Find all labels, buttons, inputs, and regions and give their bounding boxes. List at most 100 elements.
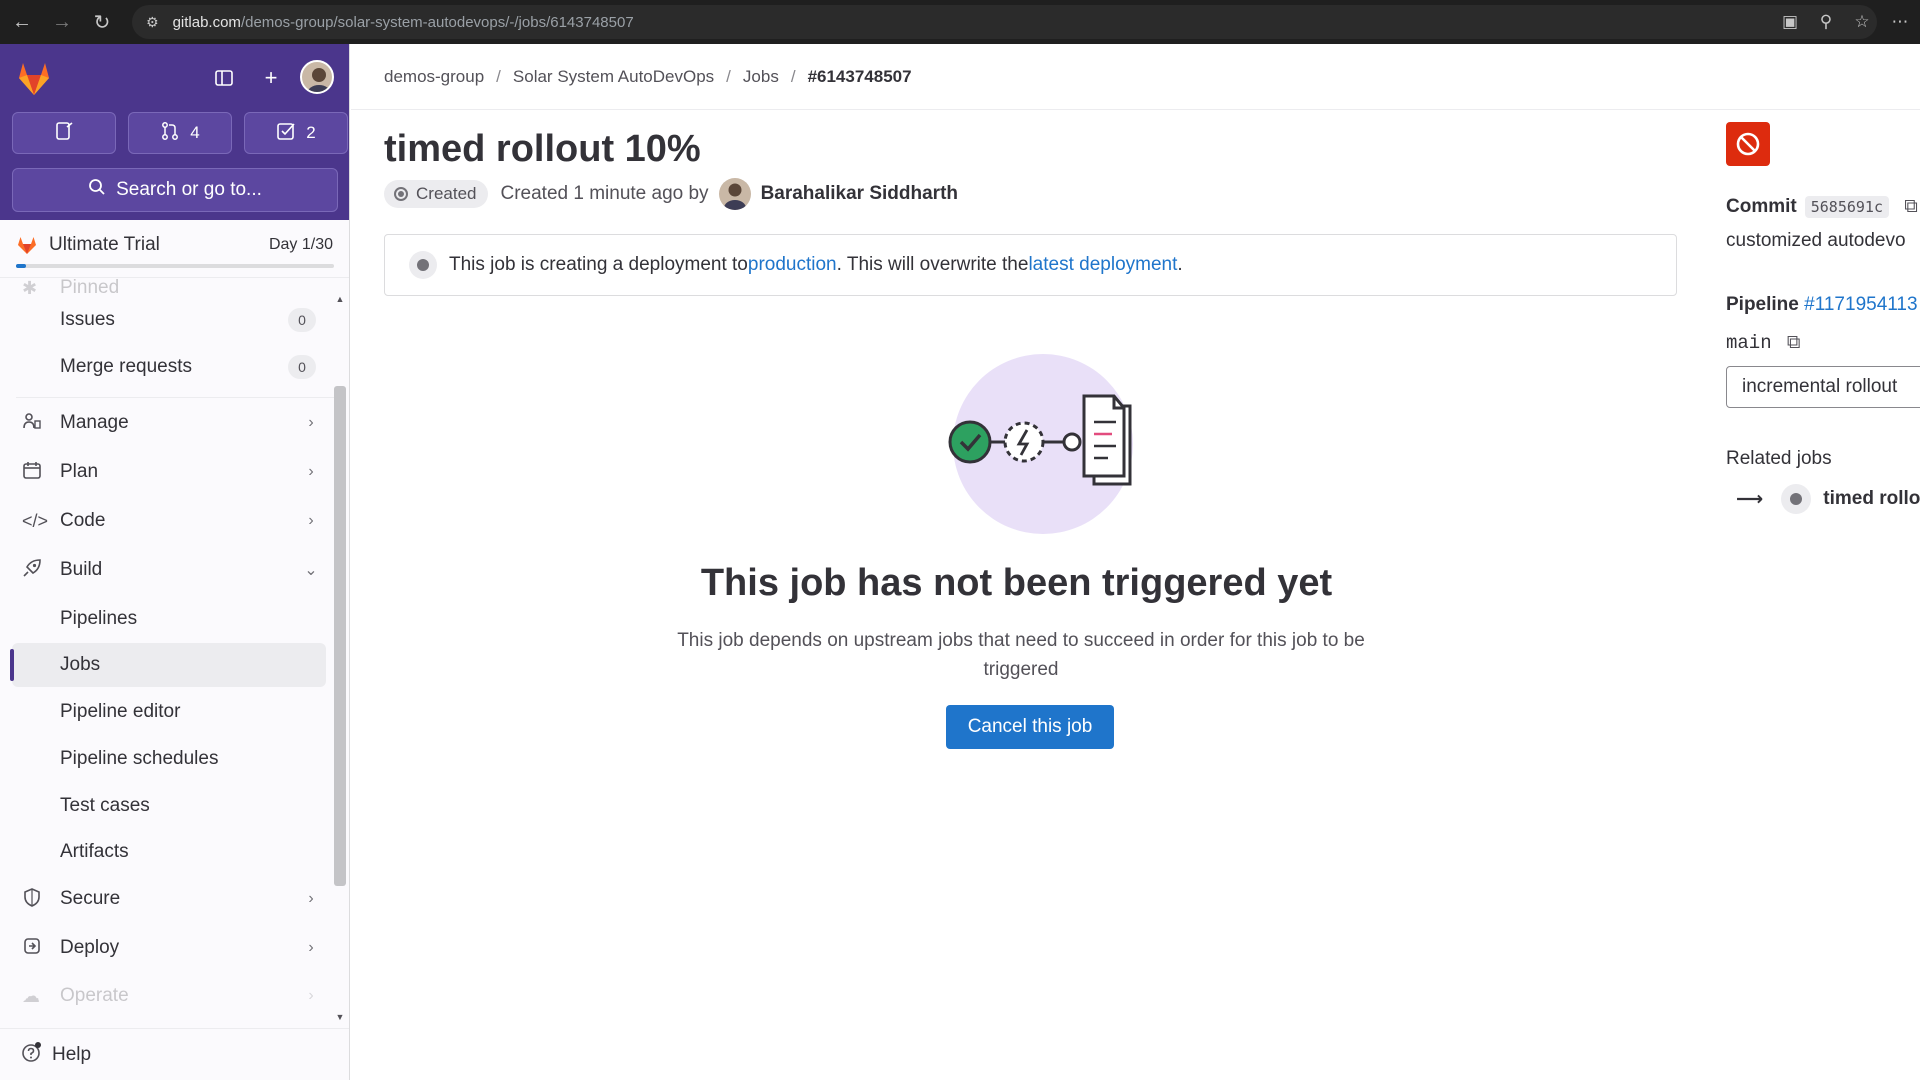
- job-sidebar: Commit 5685691c ⧉ customized autodevo Pip…: [1726, 44, 1920, 1080]
- trial-label: Ultimate Trial: [49, 234, 160, 255]
- author-name[interactable]: Barahalikar Siddharth: [761, 183, 958, 205]
- sidebar-item-label: Code: [60, 510, 106, 531]
- header-divider: [351, 109, 1920, 110]
- sidebar-item-artifacts[interactable]: Artifacts: [12, 830, 326, 874]
- extension-icon[interactable]: ⋯: [1880, 4, 1920, 40]
- trial-widget[interactable]: Ultimate Trial Day 1/30: [0, 220, 349, 278]
- sidebar-item-label: Deploy: [60, 937, 120, 958]
- search-label: Search or go to...: [116, 179, 262, 200]
- stage-dropdown[interactable]: incremental rollout: [1726, 366, 1920, 408]
- branch-row: main ⧉: [1726, 332, 1800, 354]
- sidebar-item-secure[interactable]: Secure ›: [12, 877, 326, 921]
- url-domain: gitlab.com: [172, 13, 241, 31]
- sidebar-header: + 4 2 Search or go to...: [0, 44, 349, 220]
- sidebar-item-pipelines[interactable]: Pipelines: [12, 597, 326, 641]
- sidebar-item-label: Jobs: [60, 654, 101, 675]
- sidebar-item-pipeline-schedules[interactable]: Pipeline schedules: [12, 737, 326, 781]
- breadcrumb-group[interactable]: demos-group: [384, 67, 484, 87]
- gitlab-logo-icon[interactable]: [14, 58, 54, 98]
- todos-count: 2: [306, 123, 316, 142]
- page-title: timed rollout 10%: [384, 128, 701, 170]
- sidebar-item-label: Secure: [60, 888, 121, 909]
- latest-deployment-link[interactable]: latest deployment: [1028, 254, 1177, 276]
- sidebar-nav: ✱ Pinned Issues 0 Merge requests 0 Manag…: [0, 278, 349, 1018]
- sidebar-item-code[interactable]: </> Code ›: [12, 499, 326, 543]
- left-sidebar: + 4 2 Search or go to... Ultimate Trial …: [0, 44, 350, 1080]
- status-badge[interactable]: Created: [384, 180, 489, 208]
- sidebar-item-deploy[interactable]: Deploy ›: [12, 926, 326, 970]
- cloud-icon: ☁: [22, 985, 40, 1006]
- assigned-issues-button[interactable]: [12, 112, 116, 154]
- site-settings-icon[interactable]: ⚙: [146, 14, 159, 31]
- chevron-right-icon: ›: [308, 939, 314, 956]
- sidebar-item-merge-requests[interactable]: Merge requests 0: [12, 345, 326, 389]
- search-icon: [88, 178, 106, 202]
- forward-arrow-icon[interactable]: →: [44, 4, 80, 40]
- pipeline-link[interactable]: #1171954113: [1804, 294, 1917, 315]
- help-button[interactable]: Help: [0, 1028, 349, 1080]
- pin-icon: ✱: [22, 278, 38, 298]
- todo-check-icon: [276, 121, 296, 146]
- copy-branch-icon[interactable]: ⧉: [1787, 332, 1801, 353]
- related-job-item[interactable]: ⟶ timed rollou: [1736, 484, 1920, 514]
- sidebar-item-label: Pipelines: [60, 608, 138, 629]
- zoom-icon[interactable]: ⚲: [1808, 4, 1844, 40]
- sidebar-item-test-cases[interactable]: Test cases: [12, 784, 326, 828]
- merge-requests-button[interactable]: 4: [128, 112, 232, 154]
- breadcrumb-separator: /: [790, 67, 796, 86]
- bookmark-star-icon[interactable]: ☆: [1844, 4, 1880, 40]
- sidebar-item-label: Test cases: [60, 795, 150, 816]
- author-avatar[interactable]: [718, 178, 751, 210]
- sidebar-item-issues[interactable]: Issues 0: [12, 298, 326, 342]
- main-content: demos-group / Solar System AutoDevOps / …: [351, 44, 1920, 1080]
- reload-icon[interactable]: ↻: [84, 4, 120, 40]
- merge-request-icon: [160, 121, 180, 146]
- sidebar-item-plan[interactable]: Plan ›: [12, 450, 326, 494]
- gitlab-trial-icon: [18, 237, 36, 254]
- status-created-icon: [394, 187, 408, 201]
- user-avatar[interactable]: [300, 60, 334, 94]
- browser-actions: ▣ ⚲ ☆ ⋯: [1772, 0, 1920, 44]
- url-path: /demos-group/solar-system-autodevops/-/j…: [240, 13, 634, 31]
- sidebar-item-jobs[interactable]: Jobs: [10, 643, 326, 687]
- sidebar-item-label: Pinned: [60, 278, 120, 298]
- collapse-sidebar-icon[interactable]: [208, 62, 240, 94]
- breadcrumb-job-id[interactable]: #6143748507: [808, 67, 912, 87]
- production-link[interactable]: production: [748, 254, 837, 276]
- copy-sha-icon[interactable]: ⧉: [1904, 196, 1918, 217]
- back-arrow-icon[interactable]: ←: [4, 4, 40, 40]
- erase-job-button[interactable]: [1726, 122, 1770, 166]
- commit-label: Commit: [1726, 196, 1797, 217]
- alert-text-middle: . This will overwrite the: [836, 254, 1029, 275]
- create-new-plus-icon[interactable]: +: [255, 62, 287, 94]
- related-jobs-label: Related jobs: [1726, 448, 1832, 469]
- install-app-icon[interactable]: ▣: [1772, 4, 1808, 40]
- breadcrumb-separator: /: [726, 67, 731, 86]
- search-button[interactable]: Search or go to...: [12, 168, 338, 212]
- branch-name[interactable]: main: [1726, 332, 1772, 354]
- calendar-icon: [12, 460, 52, 485]
- issues-count-badge: 0: [288, 308, 316, 332]
- cancel-job-button[interactable]: Cancel this job: [946, 705, 1114, 749]
- address-bar[interactable]: ⚙ gitlab.com/demos-group/solar-system-au…: [132, 5, 1877, 39]
- sidebar-item-operate[interactable]: ☁ Operate ›: [12, 974, 326, 1018]
- sidebar-item-build[interactable]: Build ⌄: [12, 548, 326, 592]
- sidebar-item-label: Build: [60, 559, 103, 580]
- scroll-down-arrow-icon[interactable]: ▼: [334, 1012, 346, 1022]
- rocket-icon: [12, 558, 52, 583]
- code-icon: </>: [22, 510, 49, 531]
- related-job-name: timed rollou: [1823, 488, 1920, 509]
- empty-state-title: This job has not been triggered yet: [700, 562, 1333, 604]
- breadcrumb-jobs[interactable]: Jobs: [743, 67, 779, 87]
- chevron-down-icon: ⌄: [304, 562, 318, 579]
- browser-toolbar: ← → ↻ ⚙ gitlab.com/demos-group/solar-sys…: [0, 0, 1920, 44]
- sidebar-item-manage[interactable]: Manage ›: [12, 401, 326, 445]
- sidebar-item-label: Merge requests: [60, 356, 193, 377]
- sidebar-scrollbar[interactable]: [334, 386, 346, 886]
- breadcrumb-project[interactable]: Solar System AutoDevOps: [513, 67, 714, 87]
- commit-message: customized autodevo: [1726, 230, 1906, 251]
- scroll-up-arrow-icon[interactable]: ▲: [334, 294, 346, 304]
- commit-sha[interactable]: 5685691c: [1804, 196, 1889, 218]
- todos-button[interactable]: 2: [244, 112, 348, 154]
- sidebar-item-pipeline-editor[interactable]: Pipeline editor: [12, 690, 326, 734]
